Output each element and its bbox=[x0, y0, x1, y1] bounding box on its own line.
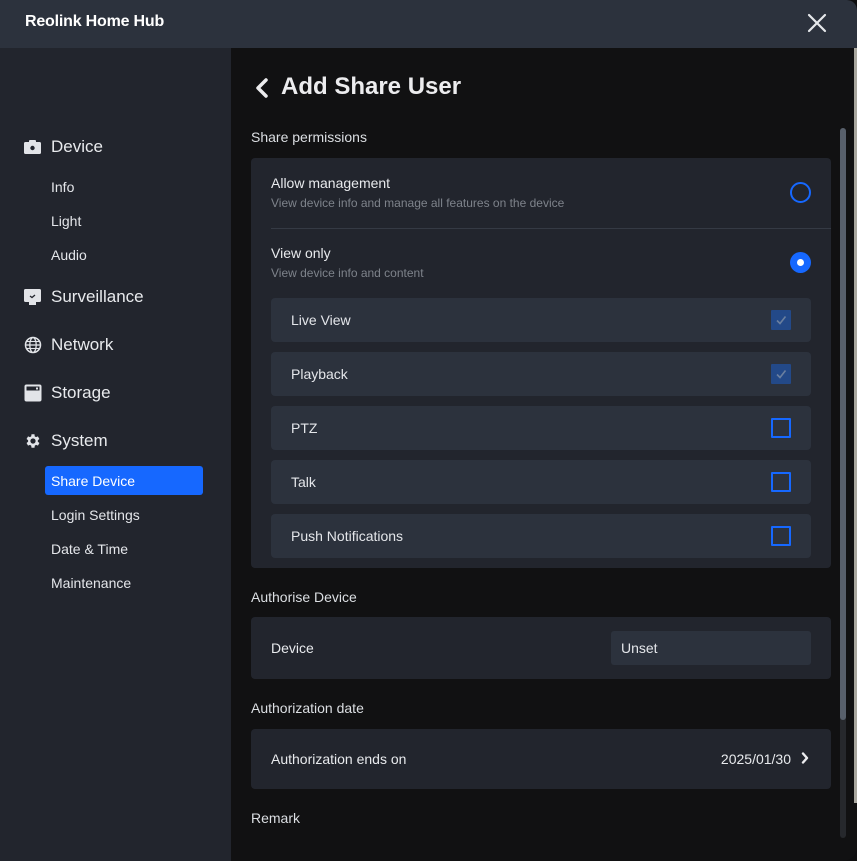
check-icon bbox=[776, 316, 787, 325]
app-title: Reolink Home Hub bbox=[25, 13, 165, 30]
checkbox-ptz[interactable] bbox=[771, 418, 791, 438]
option-description: View device info and manage all features… bbox=[271, 196, 565, 210]
sidebar: Device Info Light Audio Surveillance Net… bbox=[0, 48, 231, 861]
option-title: View only bbox=[271, 245, 331, 261]
permission-label: Live View bbox=[291, 312, 351, 328]
back-button[interactable] bbox=[253, 76, 271, 100]
checkbox-talk[interactable] bbox=[771, 472, 791, 492]
close-icon bbox=[807, 13, 827, 33]
sidebar-item-login-settings[interactable]: Login Settings bbox=[45, 500, 203, 529]
app-window: Reolink Home Hub Device Info Light Audio… bbox=[0, 0, 857, 861]
checkbox-playback[interactable] bbox=[771, 364, 791, 384]
sidebar-group-label: Network bbox=[51, 335, 114, 354]
permission-live-view[interactable]: Live View bbox=[271, 298, 811, 342]
sidebar-item-info[interactable]: Info bbox=[45, 172, 203, 201]
sidebar-item-date-time[interactable]: Date & Time bbox=[45, 534, 203, 563]
section-label-authorise-device: Authorise Device bbox=[251, 589, 357, 605]
device-row-label: Device bbox=[271, 640, 314, 656]
option-title: Allow management bbox=[271, 175, 391, 191]
close-button[interactable] bbox=[804, 10, 830, 36]
authorization-date-value: 2025/01/30 bbox=[720, 751, 791, 767]
permission-talk[interactable]: Talk bbox=[271, 460, 811, 504]
sidebar-group-label: Storage bbox=[51, 383, 111, 402]
sidebar-item-maintenance[interactable]: Maintenance bbox=[45, 568, 203, 597]
option-description: View device info and content bbox=[271, 266, 424, 280]
radio-allow-management[interactable] bbox=[790, 182, 811, 203]
section-label-authorization-date: Authorization date bbox=[251, 700, 364, 716]
authorization-row-label: Authorization ends on bbox=[271, 751, 407, 767]
divider bbox=[271, 228, 831, 229]
sidebar-item-light[interactable]: Light bbox=[45, 206, 203, 235]
checkbox-push-notifications[interactable] bbox=[771, 526, 791, 546]
radio-view-only[interactable] bbox=[790, 252, 811, 273]
sidebar-group-network[interactable]: Network bbox=[24, 333, 113, 357]
gear-icon bbox=[24, 432, 42, 450]
sidebar-item-share-device[interactable]: Share Device bbox=[45, 466, 203, 495]
sidebar-group-label: Surveillance bbox=[51, 287, 144, 306]
checkbox-live-view[interactable] bbox=[771, 310, 791, 330]
globe-icon bbox=[24, 336, 42, 354]
permission-playback[interactable]: Playback bbox=[271, 352, 811, 396]
sidebar-group-surveillance[interactable]: Surveillance bbox=[24, 285, 144, 309]
storage-icon bbox=[24, 384, 42, 402]
permission-label: PTZ bbox=[291, 420, 318, 436]
page-title: Add Share User bbox=[281, 73, 462, 100]
scrollbar[interactable] bbox=[840, 128, 846, 838]
check-icon bbox=[776, 370, 787, 379]
scrollbar-thumb[interactable] bbox=[840, 128, 846, 720]
authorise-device-card: Device Unset bbox=[251, 617, 831, 679]
sidebar-group-label: Device bbox=[51, 137, 103, 156]
sidebar-group-label: System bbox=[51, 431, 108, 450]
authorization-date-row[interactable]: Authorization ends on 2025/01/30 bbox=[251, 729, 831, 789]
section-label-share-permissions: Share permissions bbox=[251, 129, 367, 145]
permission-label: Push Notifications bbox=[291, 528, 404, 544]
permission-ptz[interactable]: PTZ bbox=[271, 406, 811, 450]
sidebar-item-audio[interactable]: Audio bbox=[45, 240, 203, 269]
chevron-left-icon bbox=[256, 78, 268, 98]
device-select[interactable]: Unset bbox=[611, 631, 811, 665]
permission-push-notifications[interactable]: Push Notifications bbox=[271, 514, 811, 558]
share-permissions-card: Allow management View device info and ma… bbox=[251, 158, 831, 568]
monitor-icon bbox=[24, 288, 42, 306]
section-label-remark: Remark bbox=[251, 810, 301, 826]
permission-label: Talk bbox=[291, 474, 316, 490]
sidebar-group-storage[interactable]: Storage bbox=[24, 381, 111, 405]
chevron-right-icon bbox=[801, 752, 809, 764]
main-panel: Add Share User Share permissions Allow m… bbox=[231, 48, 857, 861]
permission-label: Playback bbox=[291, 366, 348, 382]
sidebar-group-system[interactable]: System bbox=[24, 429, 108, 453]
sidebar-group-device[interactable]: Device bbox=[24, 135, 103, 159]
title-bar: Reolink Home Hub bbox=[0, 0, 857, 48]
camera-icon bbox=[24, 138, 42, 156]
